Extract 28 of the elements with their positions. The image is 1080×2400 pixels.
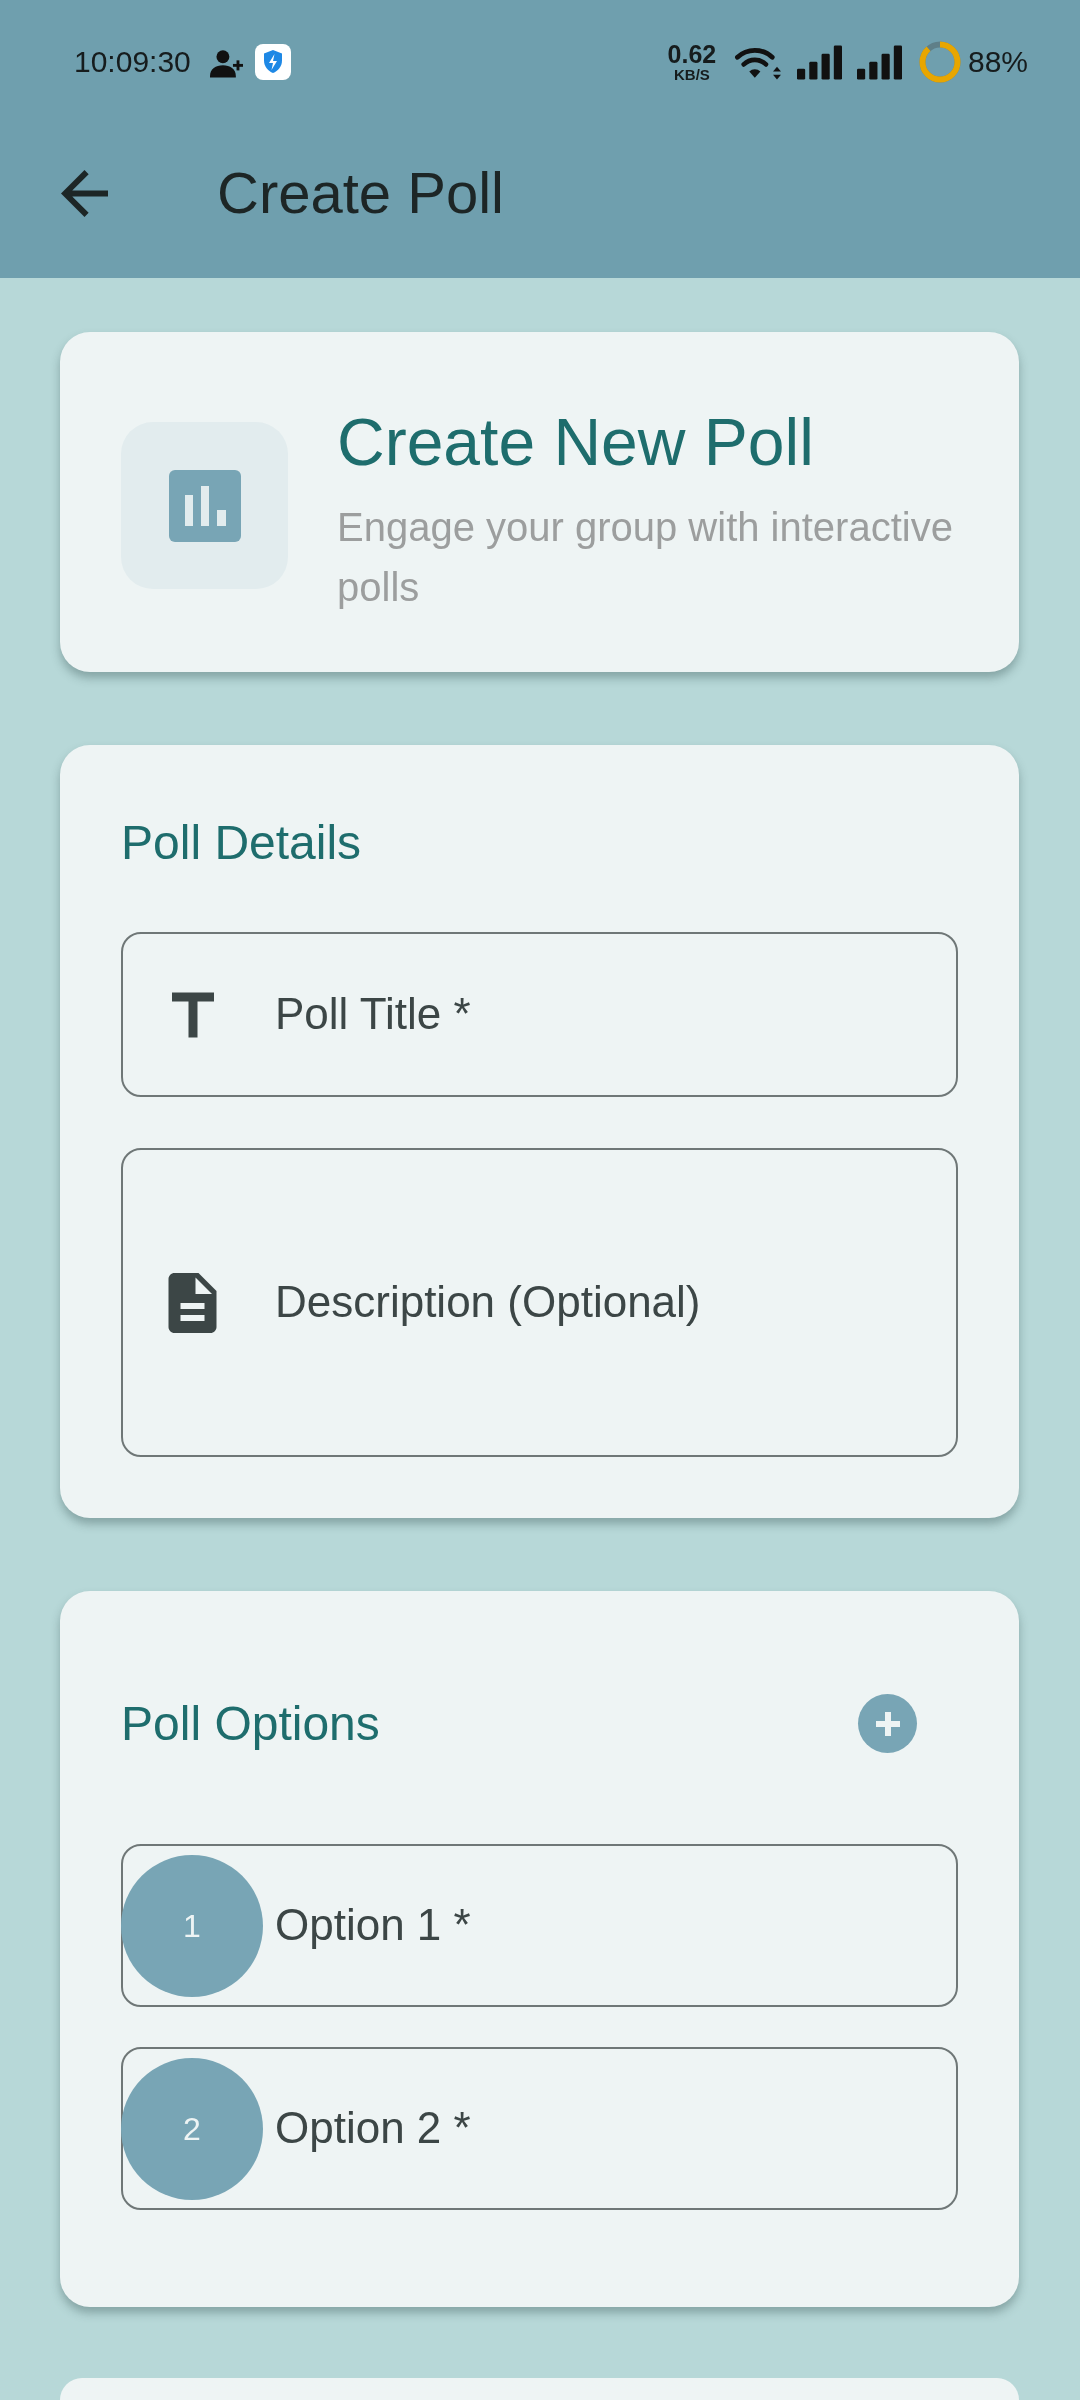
option-field[interactable]: 1 Option 1 * — [121, 1844, 958, 2008]
screen-title: Create Poll — [217, 159, 504, 228]
network-speed: 0.62 — [667, 42, 717, 67]
section-title: Poll Options — [121, 1695, 380, 1752]
speed-unit: KB/S — [674, 67, 710, 82]
back-icon[interactable] — [61, 169, 108, 217]
card-subtitle: Engage your group with interactive polls — [337, 504, 954, 612]
title-field[interactable]: Poll Title * — [121, 932, 958, 1098]
shield-bolt-icon — [254, 44, 291, 80]
description-input[interactable]: Description (Optional) — [275, 1276, 956, 1330]
title-input[interactable]: Poll Title * — [275, 988, 956, 1042]
status-time: 10:09:30 — [74, 47, 191, 77]
plus-icon — [873, 1709, 902, 1738]
battery-percent: 88% — [967, 47, 1028, 77]
option-input[interactable]: Option 1 * — [275, 1899, 956, 1953]
option-input[interactable]: Option 2 * — [275, 2102, 956, 2156]
signal-icon — [796, 44, 842, 80]
battery-ring-icon — [918, 41, 961, 83]
card-title: Create New Poll — [337, 404, 815, 481]
text-icon — [171, 991, 214, 1038]
signal-icon — [856, 44, 902, 80]
option-number: 1 — [121, 1854, 263, 1997]
option-field[interactable]: 2 Option 2 * — [121, 2047, 958, 2211]
document-icon — [168, 1272, 217, 1333]
section-title: Poll Details — [121, 815, 363, 872]
option-number: 2 — [121, 2057, 263, 2200]
bar-chart-icon — [121, 422, 288, 590]
description-field[interactable]: Description (Optional) — [121, 1148, 958, 1458]
